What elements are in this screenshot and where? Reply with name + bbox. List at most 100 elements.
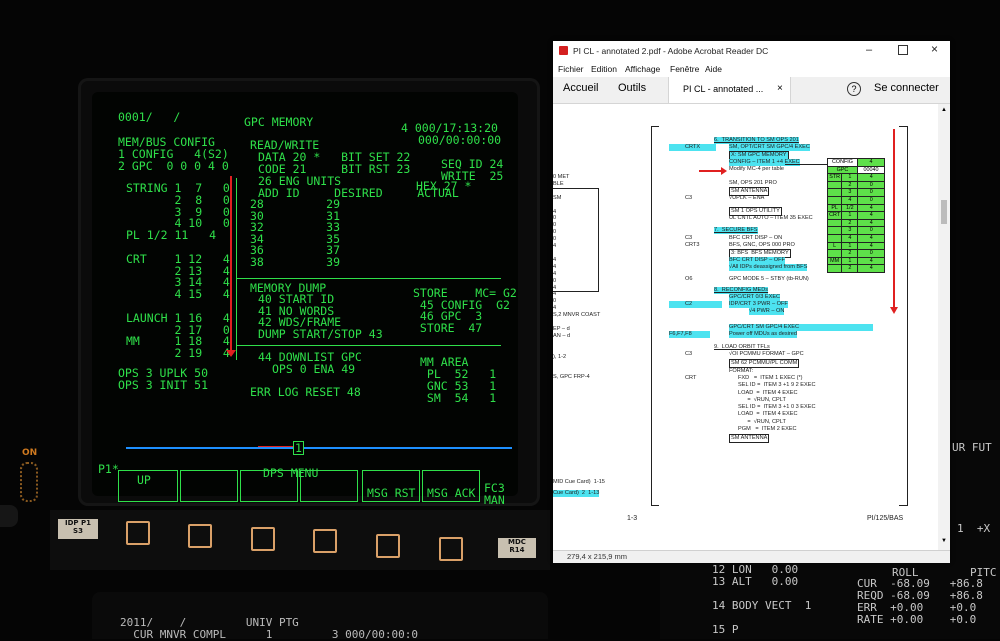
status-bar: 279,4 x 215,9 mm (553, 550, 950, 563)
msg-ack-label: MSG ACK (427, 486, 476, 500)
page-frame-right (907, 126, 908, 506)
string-block: STRING 1 7 0 2 8 0 3 9 0 4 10 0 PL 1/2 1… (126, 181, 230, 361)
vertical-scrollbar[interactable]: ▲ ▼ (938, 104, 950, 550)
table-row: 24 (827, 264, 885, 273)
dump-lines: 40 START ID 41 NO WORDS 42 WDS/FRAME DUM… (258, 292, 383, 341)
step-6: 6. TRANSITION TO SM OPS 201 (714, 137, 799, 144)
ops-lines: OPS 3 UPLK 50 OPS 3 INIT 51 (118, 366, 209, 392)
bezel-key-4[interactable] (313, 529, 337, 553)
softkey-3[interactable] (240, 470, 298, 502)
bezel-key-5[interactable] (376, 534, 400, 558)
bfc-off: BFC CRT DISP – OFF (729, 257, 785, 264)
menu-affichage[interactable]: Affichage (625, 64, 660, 74)
menu-bar: Fichier Edition Affichage Fenêtre Aide (553, 61, 950, 77)
tab-home[interactable]: Accueil (563, 82, 598, 94)
page-frame-top (651, 126, 659, 127)
page-number-box: 1 (293, 441, 304, 455)
display-title: GPC MEMORY (244, 115, 314, 129)
callout-line (785, 164, 827, 165)
idps-deassigned: √All IDPs deassigned from BFS (729, 264, 808, 271)
pdf-page: 0 MET BLE SM 4 0 0 0 0 4 4 4 4 0 4 4 0 4… (553, 104, 938, 550)
bg-plus-x: 1 +X (957, 522, 991, 535)
add-id-rows: 28 29 30 31 32 33 34 35 36 37 38 39 (250, 197, 341, 269)
footer-right: PI/125/BAS (867, 515, 904, 522)
man-label: MAN (484, 493, 505, 507)
table-cell: 2 (841, 264, 859, 273)
ul-cntl: UL CNTL AUTO – ITEM 35 EXEC (729, 215, 813, 221)
table-cell: 4 (857, 264, 885, 273)
sm-ops-201: SM, OPS 201 PRO (729, 180, 777, 186)
softkey-4[interactable] (300, 470, 358, 502)
minimize-button[interactable]: – (866, 44, 872, 56)
mm-area: MM AREA PL 52 1 GNC 53 1 SM 54 1 (420, 355, 497, 405)
crtx-label: CRTX (669, 144, 717, 151)
bezel-panel (50, 510, 550, 570)
menu-fichier[interactable]: Fichier (558, 64, 584, 74)
display-header-left: 0001/ / (118, 110, 181, 124)
oi-pcmmu: √OI PCMMU FORMAT – GPC (729, 351, 804, 357)
scroll-up-arrow[interactable]: ▲ (941, 107, 947, 113)
left-table-border (553, 188, 599, 292)
maximize-button[interactable] (898, 45, 908, 55)
table-cell (827, 264, 843, 273)
scroll-thumb[interactable] (941, 200, 947, 224)
c3-label: C3 (685, 195, 693, 201)
sm-antenna-2: SM ANTENNA (729, 434, 770, 443)
red-arrow-tip (721, 167, 727, 175)
red-arrow-head (226, 350, 236, 357)
up-label: UP (137, 473, 151, 487)
menu-edition[interactable]: Edition (591, 64, 617, 74)
close-button[interactable]: × (931, 42, 938, 56)
bg-rate: RATE +0.00 +0.0 (857, 613, 977, 626)
bg-right-lines: 11 LAT 0.00 12 LON 0.00 13 ALT 0.00 14 B… (712, 552, 812, 636)
c2-label: C2 (669, 301, 723, 308)
gpc-line: 2 GPC 0 0 0 4 0 (118, 159, 229, 173)
softkey-2[interactable] (180, 470, 238, 502)
config-table: CONFIG 4 GPC 00040 STR 1 4 2 0 3 0 4 0 PL 1/2 4 CRT 1 4 2 4 3… (827, 158, 885, 273)
left-knob[interactable] (0, 505, 18, 527)
divider-vertical (236, 178, 237, 360)
page-frame-bottom-right (899, 505, 907, 506)
store-lines: STORE MC= G2 45 CONFIG G2 46 GPC 3 STORE… (413, 286, 517, 335)
c3-label-3: C3 (685, 351, 693, 357)
crt3-label: CRT3 (685, 242, 700, 248)
idp-label: IDP P1 S3 (58, 519, 98, 539)
mdc-label: MDC R14 (498, 538, 536, 558)
gpc-mode: GPC MODE 5 – STBY (tb-RUN) (729, 276, 809, 282)
window-title: PI CL - annotated 2.pdf - Adobe Acrobat … (573, 46, 769, 56)
title-bar: PI CL - annotated 2.pdf - Adobe Acrobat … (553, 41, 950, 61)
page-size: 279,4 x 215,9 mm (567, 552, 628, 561)
acrobat-logo-icon (559, 46, 568, 55)
page-frame-left (651, 126, 652, 506)
divider-horizontal (236, 278, 501, 279)
mid-cue-card: MID Cue Card) 1-15 (553, 479, 605, 485)
bezel-key-6[interactable] (439, 537, 463, 561)
sm62: SM 62 PCMMU/PL COMM (729, 359, 800, 368)
scroll-down-arrow[interactable]: ▼ (941, 538, 947, 544)
scroll-bar (126, 447, 512, 449)
sm-opt: SM, OPT/CRT SM GPC/4 EXEC (729, 144, 810, 151)
bezel-key-1[interactable] (126, 521, 150, 545)
bezel-key-3[interactable] (251, 527, 275, 551)
step-7: 7. SECURE BFS (714, 227, 758, 234)
tab-tools[interactable]: Outils (618, 82, 646, 94)
acrobat-window: PI CL - annotated 2.pdf - Adobe Acrobat … (553, 41, 950, 563)
menu-aide[interactable]: Aide (705, 64, 722, 74)
cue-card: Cue Card) 2 1-13 (553, 490, 600, 497)
power-switch[interactable] (20, 462, 38, 502)
bezel-key-2[interactable] (188, 524, 212, 548)
step-9: 9. LOAD ORBIT TFLs (714, 344, 770, 350)
bfs-gnc: BFS, GNC, OPS 000 PRO (729, 242, 795, 248)
pwr-on: √4 PWR – ON (749, 308, 785, 315)
menu-fenetre[interactable]: Fenêtre (670, 64, 699, 74)
tab-bar: Accueil Outils PI CL - annotated ... × ?… (553, 77, 950, 104)
bfc-on: BFC CRT DISP – ON (729, 235, 783, 241)
c3-label-2: C3 (685, 235, 693, 241)
power-off-mdus: Power off MDUs as desired (729, 331, 797, 338)
sign-in-button[interactable]: Se connecter (874, 82, 939, 94)
f6-f8-label: F6,F7,F8 (669, 331, 710, 338)
p1-label: P1* (98, 462, 119, 476)
tab-close-icon[interactable]: × (777, 83, 783, 94)
help-icon[interactable]: ? (847, 82, 861, 96)
gpc-sm4: GPC/CRT SM GPC/4 EXEC (729, 324, 874, 331)
